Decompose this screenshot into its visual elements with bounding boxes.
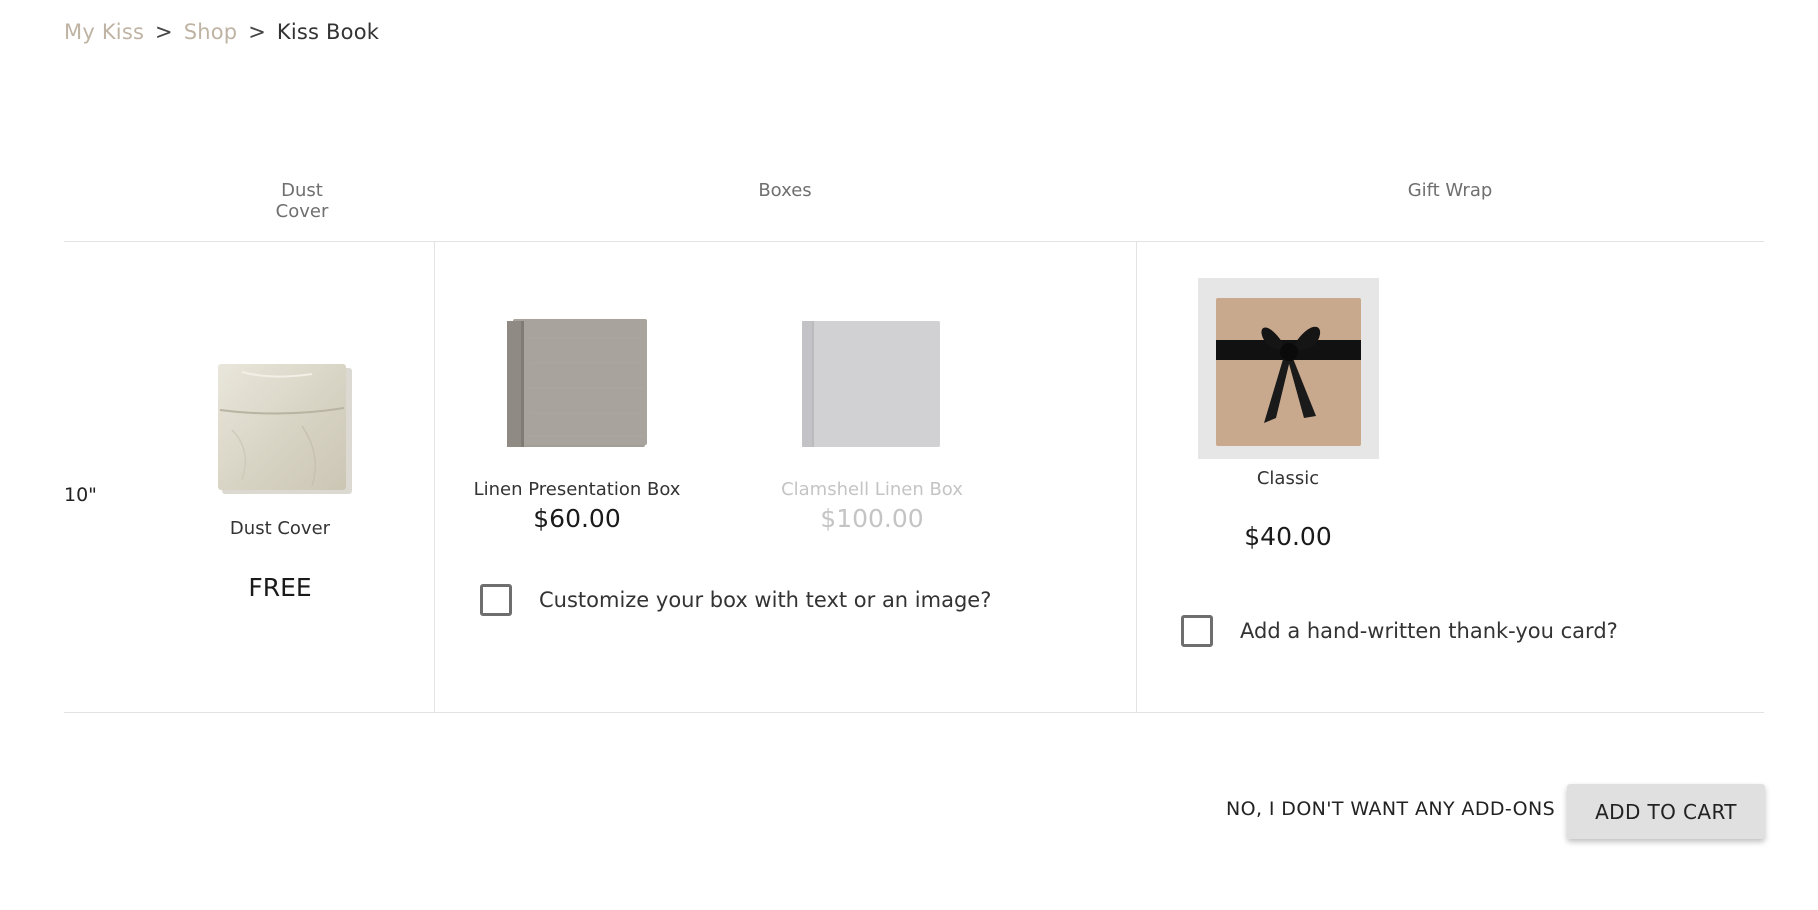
divider-top [64, 241, 1764, 242]
gift-wrap-price: $40.00 [1244, 522, 1332, 551]
gift-wrap-image [1216, 298, 1361, 446]
thank-you-card-option[interactable]: Add a hand-written thank-you card? [1181, 615, 1618, 647]
breadcrumb: My Kiss > Shop > Kiss Book [64, 20, 379, 44]
customize-box-option[interactable]: Customize your box with text or an image… [480, 584, 991, 616]
breadcrumb-current: Kiss Book [276, 20, 380, 44]
linen-box-image [507, 319, 647, 447]
linen-box-price: $60.00 [533, 504, 621, 533]
no-addons-link[interactable]: NO, I DON'T WANT ANY ADD-ONS [1226, 798, 1555, 820]
section-header-dust-cover: Dust Cover [275, 180, 329, 222]
dust-cover-option[interactable] [212, 360, 352, 500]
dust-cover-name: Dust Cover [229, 518, 331, 539]
section-header-gift-wrap: Gift Wrap [1407, 180, 1493, 201]
divider-vertical-2 [1136, 242, 1137, 712]
section-header-boxes: Boxes [758, 180, 812, 201]
customize-box-label: Customize your box with text or an image… [539, 588, 992, 612]
customize-box-checkbox[interactable] [480, 584, 512, 616]
clamshell-box-price: $100.00 [820, 504, 924, 533]
linen-box-option[interactable] [505, 318, 647, 448]
divider-vertical-1 [434, 242, 435, 712]
linen-box-name: Linen Presentation Box [473, 479, 681, 500]
add-to-cart-button[interactable]: ADD TO CART [1567, 784, 1765, 839]
breadcrumb-link-shop[interactable]: Shop [184, 20, 238, 44]
divider-bottom [64, 712, 1764, 713]
clamshell-box-name: Clamshell Linen Box [781, 479, 963, 500]
thank-you-card-checkbox[interactable] [1181, 615, 1213, 647]
thank-you-card-label: Add a hand-written thank-you card? [1240, 619, 1618, 643]
dust-cover-image [218, 364, 352, 494]
dust-cover-price: FREE [248, 573, 312, 602]
breadcrumb-separator: > [155, 20, 173, 44]
clamshell-box-image [802, 321, 940, 447]
addons-page: My Kiss > Shop > Kiss Book Dust Cover Bo… [0, 0, 1818, 910]
book-size-label: 10" [64, 484, 97, 506]
clamshell-box-option[interactable] [800, 318, 942, 448]
gift-wrap-option[interactable] [1198, 278, 1379, 459]
breadcrumb-separator: > [248, 20, 266, 44]
gift-wrap-name: Classic [1256, 468, 1320, 489]
breadcrumb-link-my-kiss[interactable]: My Kiss [64, 20, 144, 44]
